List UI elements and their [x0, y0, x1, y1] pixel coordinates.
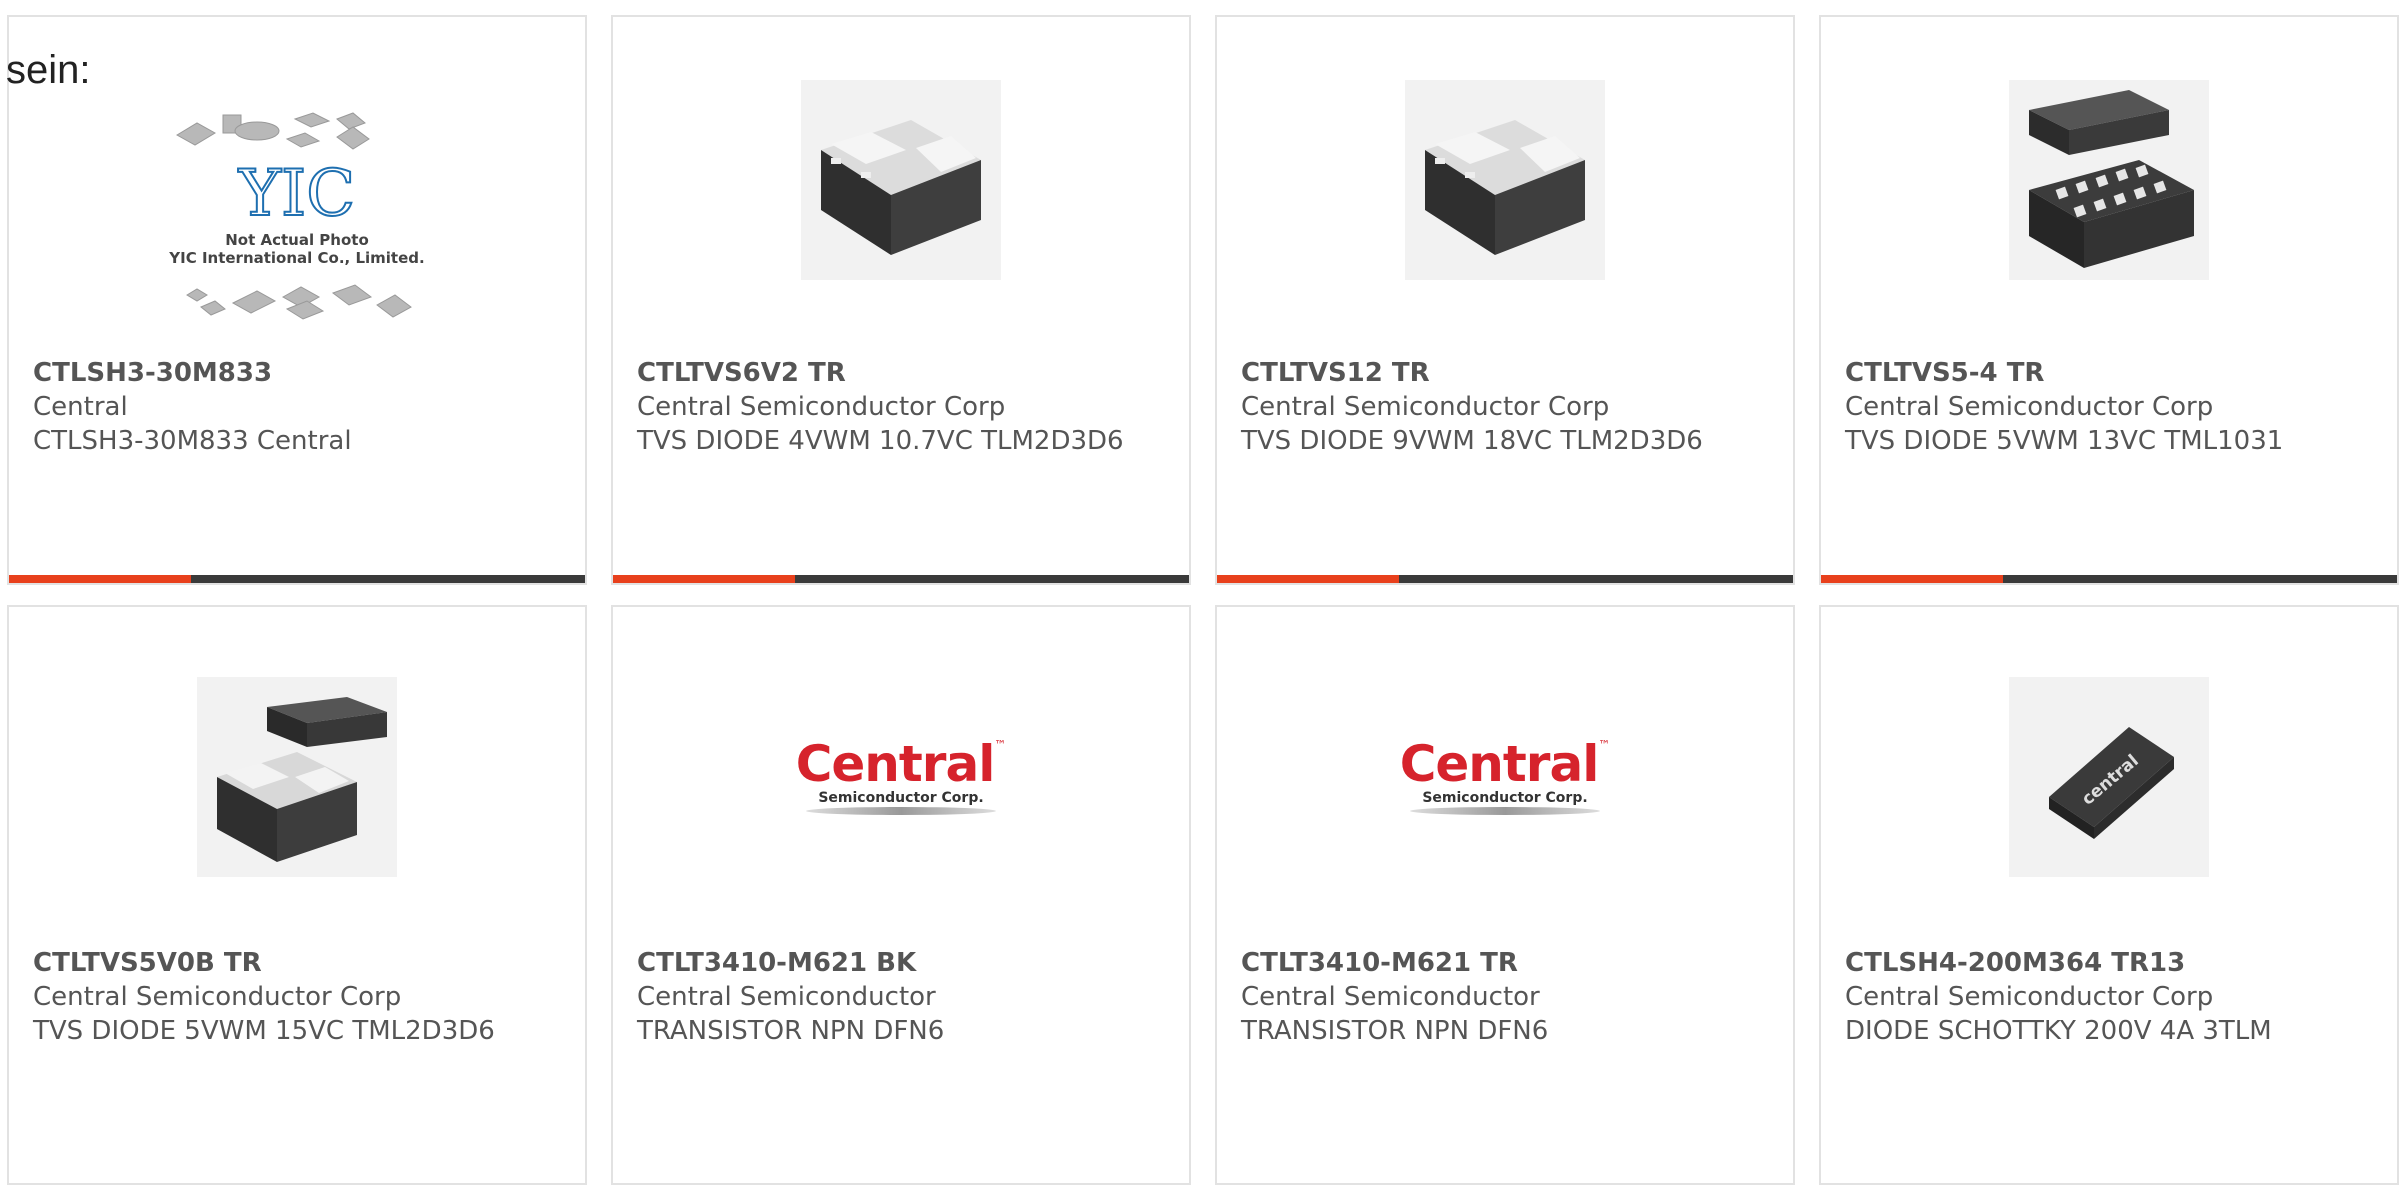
manufacturer: Central Semiconductor [637, 982, 936, 1012]
central-logo: Central™ Semiconductor Corp. [1400, 739, 1610, 815]
part-number-link[interactable]: CTLSH3-30M833 [33, 356, 565, 390]
description: TRANSISTOR NPN DFN6 [637, 1016, 945, 1046]
product-card[interactable]: Central™ Semiconductor Corp. CTLT3410-M6… [1215, 605, 1795, 1185]
intro-text: sein: [6, 48, 91, 92]
product-card[interactable]: CTLTVS12 TR Central Semiconductor Corp T… [1215, 15, 1795, 585]
description: TVS DIODE 4VWM 10.7VC TLM2D3D6 [637, 426, 1124, 456]
accent-bar [613, 575, 1189, 583]
description: TVS DIODE 9VWM 18VC TLM2D3D6 [1241, 426, 1703, 456]
product-image[interactable]: YIC Not Actual Photo YIC International C… [157, 97, 437, 347]
product-image[interactable]: Central™ Semiconductor Corp. [796, 677, 1006, 877]
image-caption: YIC International Co., Limited. [168, 249, 424, 267]
product-card[interactable]: CTLTVS6V2 TR Central Semiconductor Corp … [611, 15, 1191, 585]
part-number-link[interactable]: CTLTVS6V2 TR [637, 356, 1169, 390]
product-card[interactable]: YIC Not Actual Photo YIC International C… [7, 15, 587, 585]
product-card[interactable]: CTLTVS5-4 TR Central Semiconductor Corp … [1819, 15, 2399, 585]
part-number-link[interactable]: CTLTVS12 TR [1241, 356, 1773, 390]
description: TVS DIODE 5VWM 15VC TML2D3D6 [33, 1016, 495, 1046]
manufacturer: Central Semiconductor Corp [1241, 392, 1610, 422]
product-image[interactable]: central [2009, 677, 2209, 877]
description: DIODE SCHOTTKY 200V 4A 3TLM [1845, 1016, 2272, 1046]
product-card[interactable]: CTLTVS5V0B TR Central Semiconductor Corp… [7, 605, 587, 1185]
description: CTLSH3-30M833 Central [33, 426, 352, 456]
manufacturer: Central Semiconductor Corp [1845, 392, 2214, 422]
manufacturer: Central Semiconductor Corp [33, 982, 402, 1012]
product-image[interactable] [197, 677, 397, 877]
product-card[interactable]: central CTLSH4-200M364 TR13 Central Semi… [1819, 605, 2399, 1185]
manufacturer: Central Semiconductor Corp [637, 392, 1006, 422]
part-number-link[interactable]: CTLT3410-M621 TR [1241, 946, 1773, 980]
product-card[interactable]: Central™ Semiconductor Corp. CTLT3410-M6… [611, 605, 1191, 1185]
not-actual-photo-label: Not Actual Photo [225, 231, 369, 249]
description: TRANSISTOR NPN DFN6 [1241, 1016, 1549, 1046]
manufacturer: Central [33, 392, 128, 422]
description: TVS DIODE 5VWM 13VC TML1031 [1845, 426, 2284, 456]
manufacturer: Central Semiconductor Corp [1845, 982, 2214, 1012]
part-number-link[interactable]: CTLT3410-M621 BK [637, 946, 1169, 980]
part-number-link[interactable]: CTLSH4-200M364 TR13 [1845, 946, 2377, 980]
product-image[interactable]: Central™ Semiconductor Corp. [1400, 677, 1610, 877]
central-logo: Central™ Semiconductor Corp. [796, 739, 1006, 815]
part-number-link[interactable]: CTLTVS5V0B TR [33, 946, 565, 980]
accent-bar [1821, 575, 2397, 583]
product-image[interactable] [2009, 80, 2209, 280]
part-number-link[interactable]: CTLTVS5-4 TR [1845, 356, 2377, 390]
product-image[interactable] [1405, 80, 1605, 280]
yic-logo: YIC [238, 157, 356, 231]
accent-bar [1217, 575, 1793, 583]
manufacturer: Central Semiconductor [1241, 982, 1540, 1012]
accent-bar [9, 575, 585, 583]
product-image[interactable] [801, 80, 1001, 280]
